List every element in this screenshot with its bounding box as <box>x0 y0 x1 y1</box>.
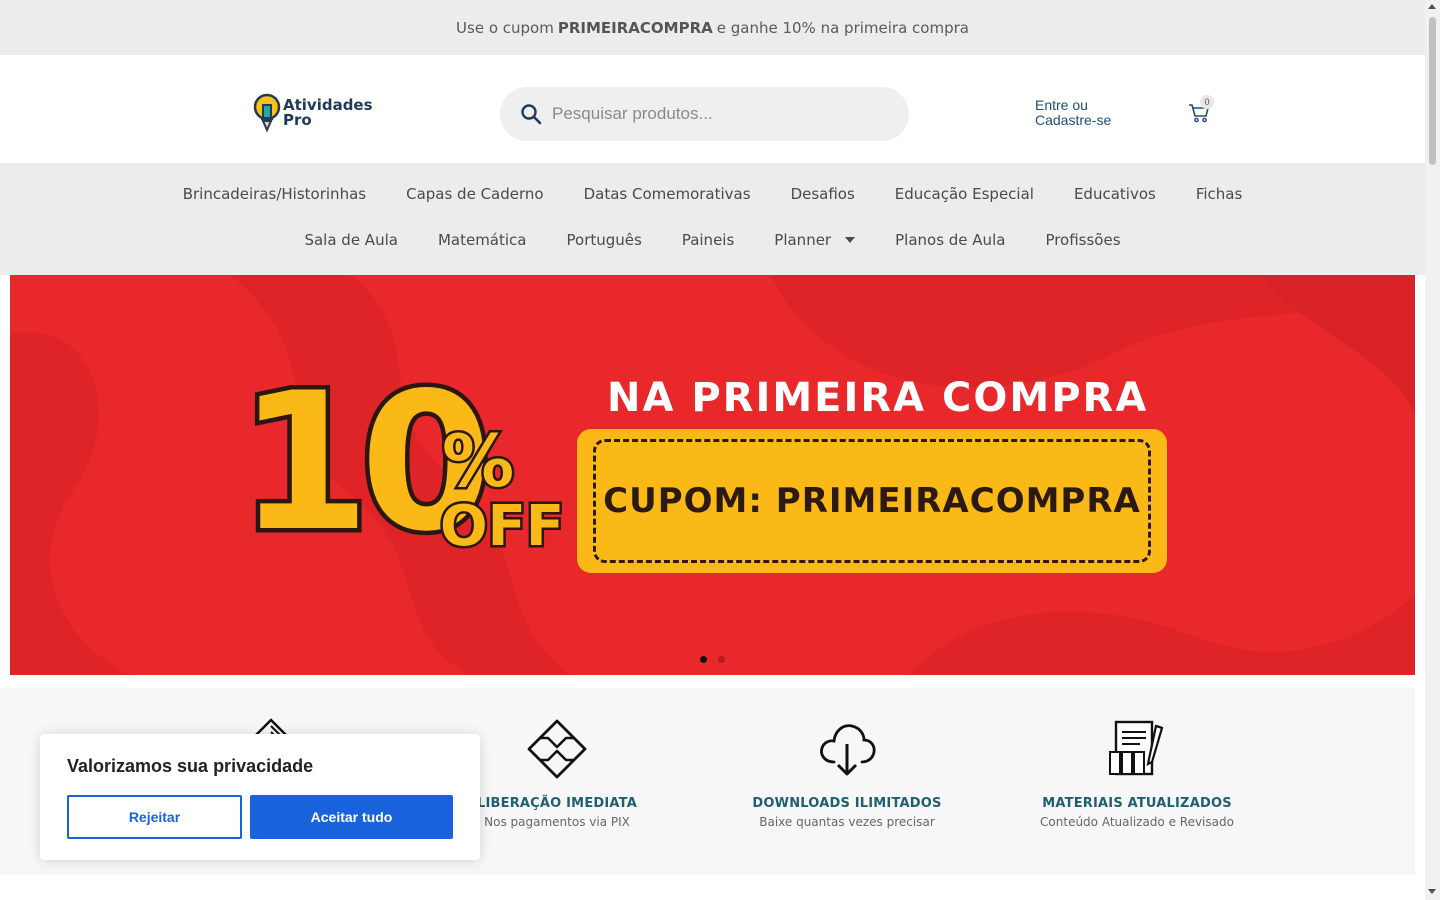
nav-item-brincadeiras[interactable]: Brincadeiras/Historinhas <box>183 185 366 203</box>
feature-materials: MATERIAIS ATUALIZADOS Conteúdo Atualizad… <box>987 718 1287 829</box>
search-input[interactable] <box>552 104 882 124</box>
announcement-coupon-code: PRIMEIRACOMPRA <box>557 18 713 37</box>
cart-count-badge: 0 <box>1200 95 1214 109</box>
scrollbar-thumb[interactable] <box>1429 17 1436 165</box>
nav-item-planner[interactable]: Planner <box>774 231 856 249</box>
announcement-prefix: Use o cupom <box>456 18 554 37</box>
nav-item-sala-de-aula[interactable]: Sala de Aula <box>304 231 398 249</box>
feature-title: DOWNLOADS ILIMITADOS <box>752 796 942 811</box>
discount-off: OFF <box>437 494 566 559</box>
nav-item-portugues[interactable]: Português <box>567 231 642 249</box>
announcement-bar: Use o cupom PRIMEIRACOMPRA e ganhe 10% n… <box>0 0 1425 55</box>
hero-banner[interactable]: 10 % OFF NA PRIMEIRA COMPRA CUPOM: PRIME… <box>10 275 1415 675</box>
pix-icon <box>527 719 587 779</box>
feature-downloads: DOWNLOADS ILIMITADOS Baixe quantas vezes… <box>697 718 997 829</box>
scroll-up-arrow-icon[interactable] <box>1428 4 1436 9</box>
login-link[interactable]: Entre ou Cadastre-se <box>1035 98 1135 128</box>
search-bar[interactable] <box>500 87 909 141</box>
scroll-down-arrow-icon[interactable] <box>1428 889 1436 894</box>
nav-item-fichas[interactable]: Fichas <box>1196 185 1242 203</box>
cart-button[interactable]: 0 <box>1188 95 1214 128</box>
site-logo[interactable]: Atividades Pro <box>253 93 373 133</box>
lightbulb-pencil-icon <box>253 93 281 133</box>
nav-item-datas-comemorativas[interactable]: Datas Comemorativas <box>584 185 751 203</box>
logo-line2: Pro <box>283 111 312 129</box>
nav-row-1: Brincadeiras/Historinhas Capas de Cadern… <box>0 185 1425 203</box>
nav-item-planos-de-aula[interactable]: Planos de Aula <box>895 231 1005 249</box>
caret-down-icon[interactable] <box>845 237 856 243</box>
nav-item-capas-de-caderno[interactable]: Capas de Caderno <box>406 185 543 203</box>
carousel-dot-2[interactable] <box>718 656 725 663</box>
nav-item-profissoes[interactable]: Profissões <box>1045 231 1120 249</box>
coupon-dashed-border: CUPOM: PRIMEIRACOMPRA <box>593 439 1151 563</box>
search-icon[interactable] <box>520 103 542 125</box>
coupon-text: CUPOM: PRIMEIRACOMPRA <box>603 481 1141 521</box>
nav-item-planner-label: Planner <box>774 231 832 249</box>
cookie-buttons: Rejeitar Aceitar tudo <box>67 795 453 839</box>
feature-subtitle: Baixe quantas vezes precisar <box>759 815 935 829</box>
nav-item-educacao-especial[interactable]: Educação Especial <box>895 185 1034 203</box>
announcement-suffix: e ganhe 10% na primeira compra <box>716 18 969 37</box>
cookie-title: Valorizamos sua privacidade <box>67 756 314 776</box>
category-nav: Brincadeiras/Historinhas Capas de Cadern… <box>0 163 1425 275</box>
hero-headline: NA PRIMEIRA COMPRA <box>607 375 1149 421</box>
documents-icon <box>1109 720 1164 776</box>
discount-percent: % <box>439 419 516 503</box>
cookie-consent-popup: Valorizamos sua privacidade Rejeitar Ace… <box>40 734 480 860</box>
logo-text: Atividades Pro <box>283 98 373 128</box>
nav-row-2: Sala de Aula Matemática Português Painei… <box>0 231 1425 249</box>
nav-item-educativos[interactable]: Educativos <box>1074 185 1156 203</box>
carousel-dots <box>700 656 725 663</box>
reject-cookies-button[interactable]: Rejeitar <box>67 795 242 839</box>
feature-subtitle: Conteúdo Atualizado e Revisado <box>1040 815 1234 829</box>
page-scrollbar[interactable] <box>1425 0 1440 900</box>
site-header: Atividades Pro Entre ou Cadastre-se 0 <box>0 55 1425 163</box>
cloud-download-icon <box>820 724 876 776</box>
carousel-dot-1[interactable] <box>700 656 707 663</box>
nav-item-desafios[interactable]: Desafios <box>791 185 855 203</box>
accept-all-cookies-button[interactable]: Aceitar tudo <box>250 795 453 839</box>
nav-item-paineis[interactable]: Paineis <box>682 231 734 249</box>
feature-title: MATERIAIS ATUALIZADOS <box>1042 796 1232 811</box>
coupon-box: CUPOM: PRIMEIRACOMPRA <box>577 429 1167 573</box>
login-line2: Cadastre-se <box>1035 112 1112 128</box>
nav-item-matematica[interactable]: Matemática <box>438 231 527 249</box>
login-line1: Entre ou <box>1035 97 1088 113</box>
